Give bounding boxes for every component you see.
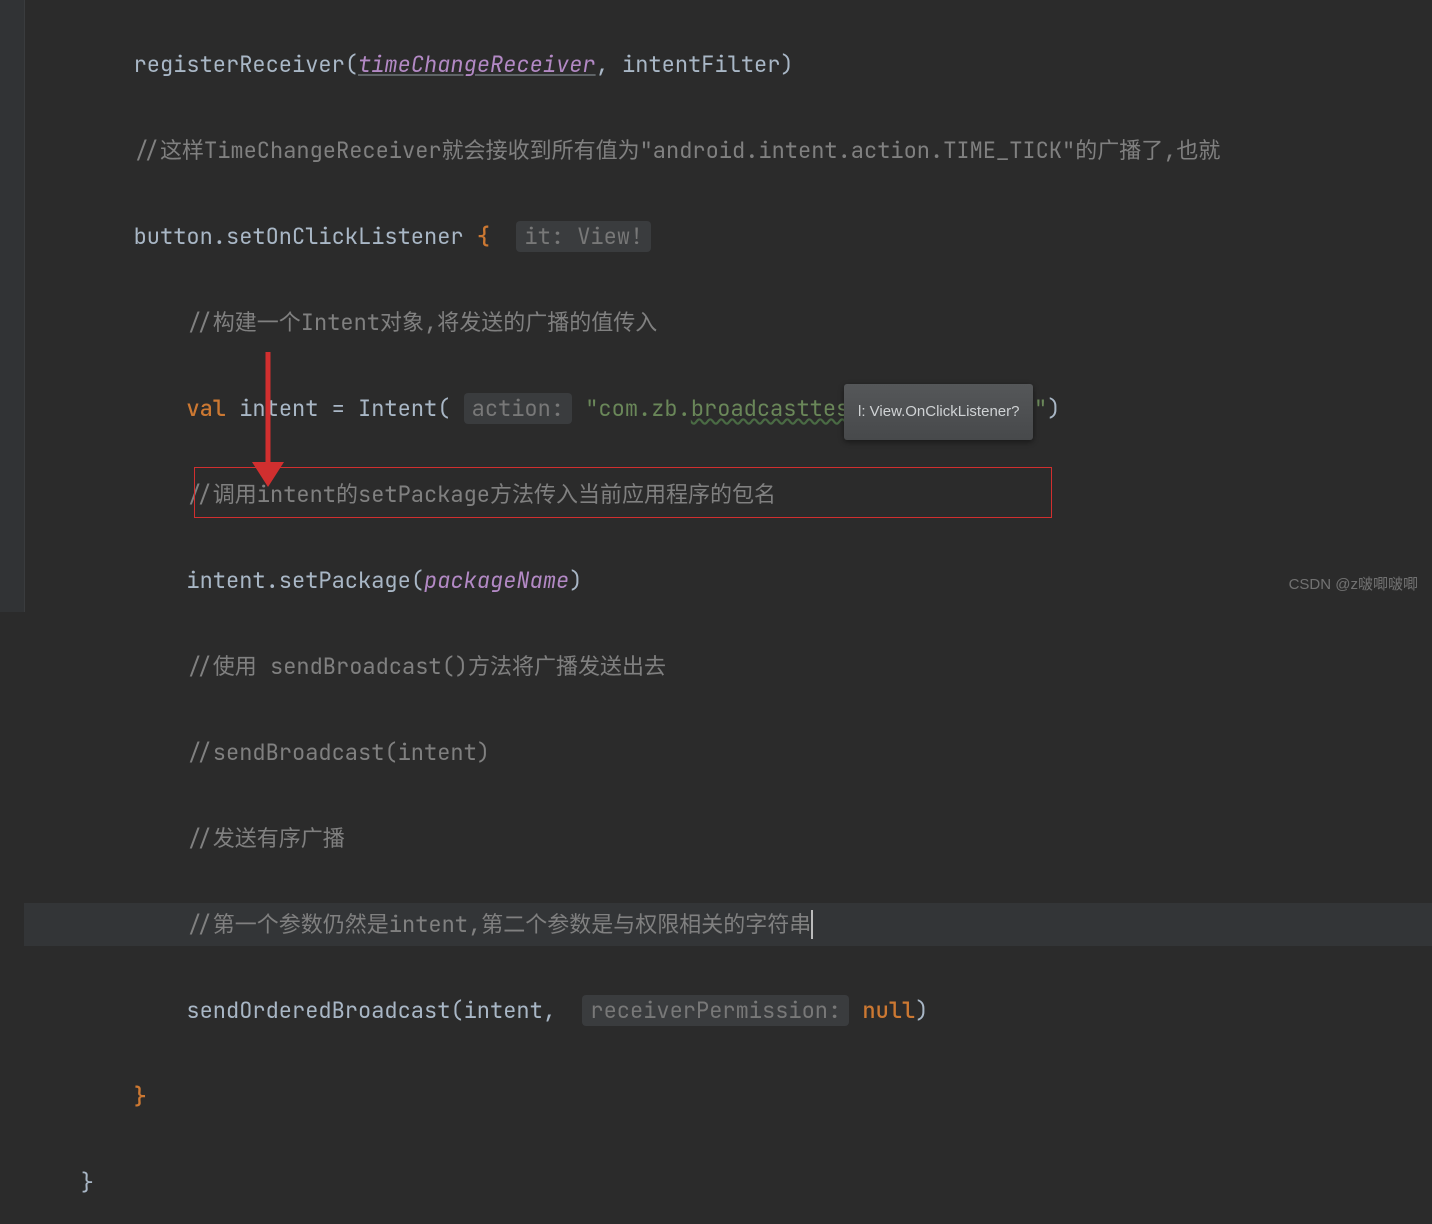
code-line: //sendBroadcast(intent) (24, 731, 1432, 774)
code-line: //使用 sendBroadcast()方法将广播发送出去 (24, 645, 1432, 688)
code-line: } (24, 1161, 1432, 1204)
code-editor[interactable]: registerReceiver(timeChangeReceiver, int… (24, 0, 1432, 612)
code-line: //发送有序广播 (24, 817, 1432, 860)
code-line: button.setOnClickListener { it: View! (24, 215, 1432, 258)
param-info-tooltip: l: View.OnClickListener? (844, 384, 1033, 440)
editor-gutter (0, 0, 25, 612)
inlay-hint: it: View! (516, 221, 651, 252)
code-line: } (24, 1075, 1432, 1118)
inlay-hint: action: (464, 393, 572, 424)
code-line-current: //第一个参数仍然是intent,第二个参数是与权限相关的字符串 (24, 903, 1432, 946)
code-line: val intent = Intent( action: "com.zb.bro… (24, 387, 1432, 430)
code-line: //构建一个Intent对象,将发送的广播的值传入 (24, 301, 1432, 344)
watermark: CSDN @z啵唧啵唧 (1289, 563, 1418, 606)
code-line: //这样TimeChangeReceiver就会接收到所有值为"android.… (24, 129, 1432, 172)
code-line: sendOrderedBroadcast(intent, receiverPer… (24, 989, 1432, 1032)
code-line: registerReceiver(timeChangeReceiver, int… (24, 43, 1432, 86)
code-line: intent.setPackage(packageName) (24, 559, 1432, 602)
code-line: //调用intent的setPackage方法传入当前应用程序的包名 (24, 473, 1432, 516)
inlay-hint: receiverPermission: (582, 995, 849, 1026)
